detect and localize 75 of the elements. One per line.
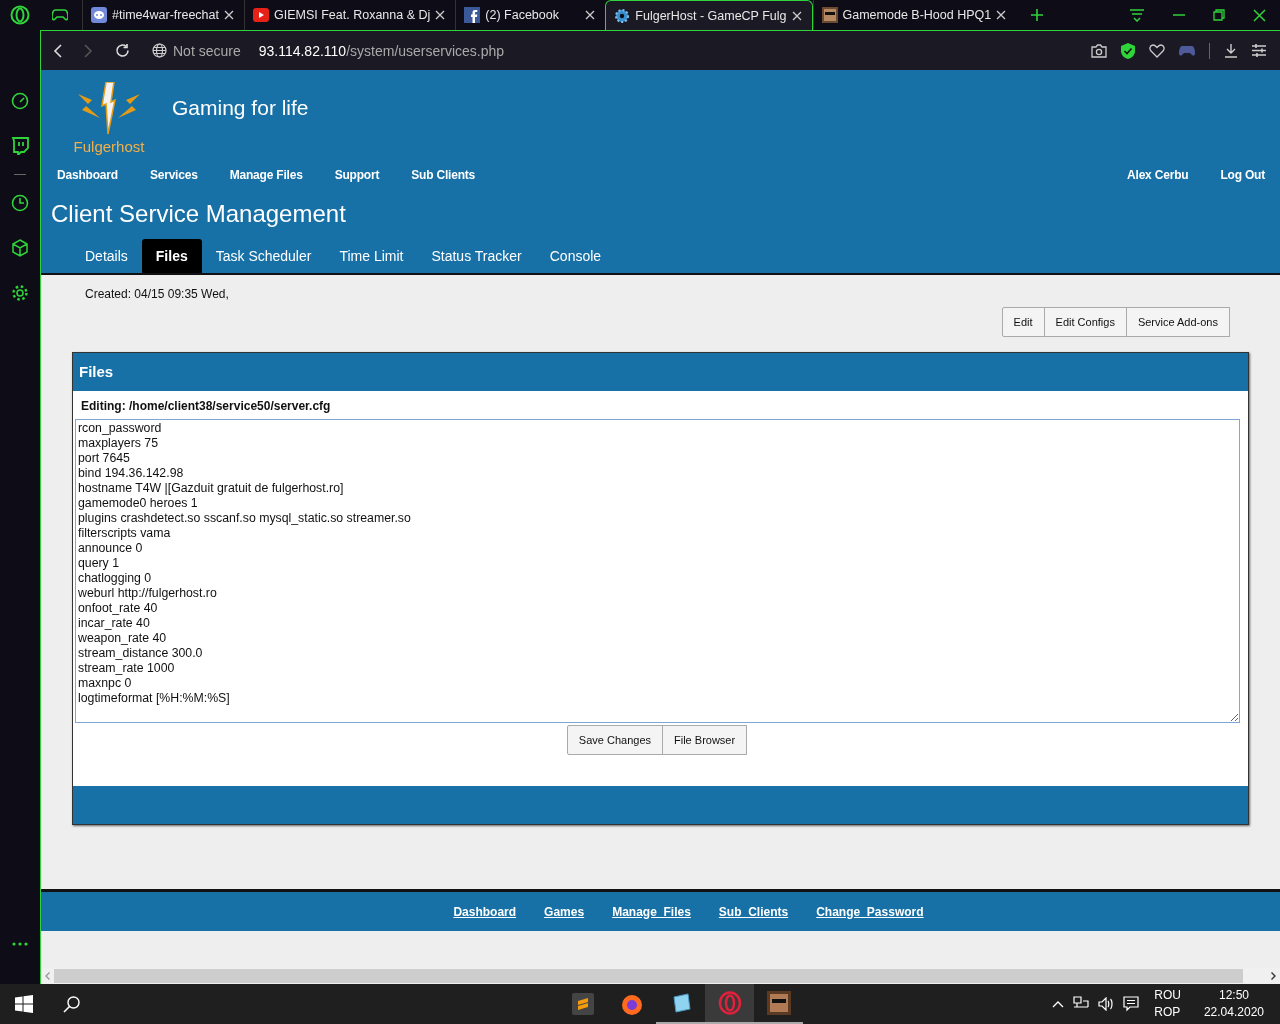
nav-link[interactable]: Dashboard — [57, 168, 118, 182]
video-icon — [253, 8, 269, 22]
nav-link[interactable]: Log Out — [1220, 168, 1265, 182]
sublime-app-icon[interactable] — [571, 993, 594, 1015]
created-date-text: Created: 04/15 09:35 Wed, — [85, 287, 230, 301]
nav-link[interactable]: Services — [149, 168, 198, 182]
close-icon[interactable] — [585, 10, 596, 20]
download-icon[interactable] — [1224, 43, 1238, 58]
settings-icon[interactable] — [11, 284, 29, 302]
notification-icon[interactable] — [1123, 996, 1140, 1012]
opera-app-icon[interactable] — [717, 991, 742, 1015]
footer-link[interactable]: Change Password — [816, 904, 924, 919]
tagline: Gaming for life — [172, 96, 309, 120]
action-button[interactable]: Edit Configs — [1043, 307, 1127, 337]
url-text[interactable]: 93.114.82.110/system/userservices.php — [258, 42, 505, 59]
reload-icon[interactable] — [115, 43, 130, 58]
close-icon[interactable] — [996, 10, 1007, 20]
nav-link[interactable]: Alex Cerbu — [1127, 168, 1189, 182]
chevron-up-icon[interactable] — [1052, 1000, 1065, 1008]
windows-start-icon[interactable] — [15, 995, 33, 1013]
clock-button[interactable]: 12:50 22.04.2020 — [1203, 987, 1264, 1021]
search-icon[interactable] — [63, 995, 80, 1013]
nav-link[interactable]: Support — [334, 168, 380, 182]
nav-link[interactable]: Sub Clients — [411, 168, 476, 182]
section-tab[interactable]: Task Scheduler — [201, 239, 326, 273]
section-tab[interactable]: Files — [141, 239, 202, 273]
new-tab-icon[interactable] — [1030, 8, 1045, 22]
panel-title: Files — [73, 353, 1248, 391]
nav-link[interactable]: Manage Files — [229, 168, 303, 182]
facebook-icon — [464, 7, 481, 23]
gear-icon — [614, 7, 631, 24]
camera-icon[interactable] — [1091, 43, 1107, 58]
browser-tab[interactable]: FulgerHost - GameCP Fulg — [605, 0, 813, 30]
action-button[interactable]: Service Add-ons — [1125, 307, 1230, 337]
clock-icon[interactable] — [11, 194, 29, 212]
chat-app-icon — [91, 7, 107, 23]
config-editor-field[interactable]: rcon_password maxplayers 75 port 7645 bind 194.36.142.98 hostname T4W |[Gazduit gratuit de fulgerhost.ro] gamemode0 heroes 1 plugins crashdetect.so sscanf.so mysql_static.so streamer.so filterscripts vama announce 0 query 1 chatlogging 0 weburl http://fulgerhost.ro onfoot_rate 40 incar_rate 40 weapon_rate 40 stream_distance 300.0 stream_rate 1000 maxnpc 0 logtimeformat [%H:%M:%S] — [75, 419, 1240, 723]
opera-logo-icon[interactable] — [10, 5, 30, 25]
section-tab[interactable]: Details — [71, 239, 142, 273]
close-icon[interactable] — [1253, 8, 1266, 22]
close-icon[interactable] — [791, 10, 802, 21]
section-tab[interactable]: Time Limit — [325, 239, 418, 273]
gamepad-icon[interactable] — [52, 9, 68, 21]
scroll-right-icon[interactable] — [1271, 972, 1276, 980]
game-app-icon[interactable] — [766, 991, 791, 1015]
footer-link[interactable]: Manage Files — [612, 904, 691, 919]
close-icon[interactable] — [224, 10, 234, 20]
more-icon[interactable] — [12, 942, 28, 946]
speedometer-icon[interactable] — [11, 92, 29, 110]
tab-menu-icon[interactable] — [1129, 8, 1145, 22]
footer-link[interactable]: Dashboard — [453, 904, 517, 919]
action-button[interactable]: Edit — [1001, 307, 1045, 337]
shield-icon[interactable] — [1121, 42, 1135, 59]
volume-icon[interactable] — [1098, 997, 1115, 1011]
footer-link[interactable]: Games — [544, 904, 585, 919]
cube-icon[interactable] — [11, 239, 29, 257]
heart-icon[interactable] — [1149, 43, 1165, 58]
firefox-app-icon[interactable] — [619, 992, 644, 1016]
page-title: Client Service Management — [51, 200, 347, 228]
footer-link[interactable]: Sub Clients — [718, 904, 789, 919]
restore-icon[interactable] — [1213, 9, 1225, 21]
input-language-button[interactable]: ROU ROP — [1154, 987, 1181, 1021]
security-label[interactable]: Not secure — [173, 42, 241, 59]
section-tab[interactable]: Status Tracker — [417, 239, 536, 273]
globe-icon[interactable] — [152, 43, 167, 58]
back-icon[interactable] — [53, 43, 62, 58]
close-icon[interactable] — [435, 10, 446, 20]
editor-button[interactable]: Save Changes — [566, 725, 663, 755]
twitch-icon[interactable] — [11, 137, 29, 155]
logo-text: Fulgerhost — [73, 138, 145, 155]
editor-button[interactable]: File Browser — [662, 725, 748, 755]
section-tab[interactable]: Console — [535, 239, 616, 273]
settings-sliders-icon[interactable] — [1252, 44, 1266, 57]
game-cover-icon — [821, 7, 838, 23]
editing-path-text: Editing: /home/client38/service50/server.cfg — [81, 399, 332, 413]
